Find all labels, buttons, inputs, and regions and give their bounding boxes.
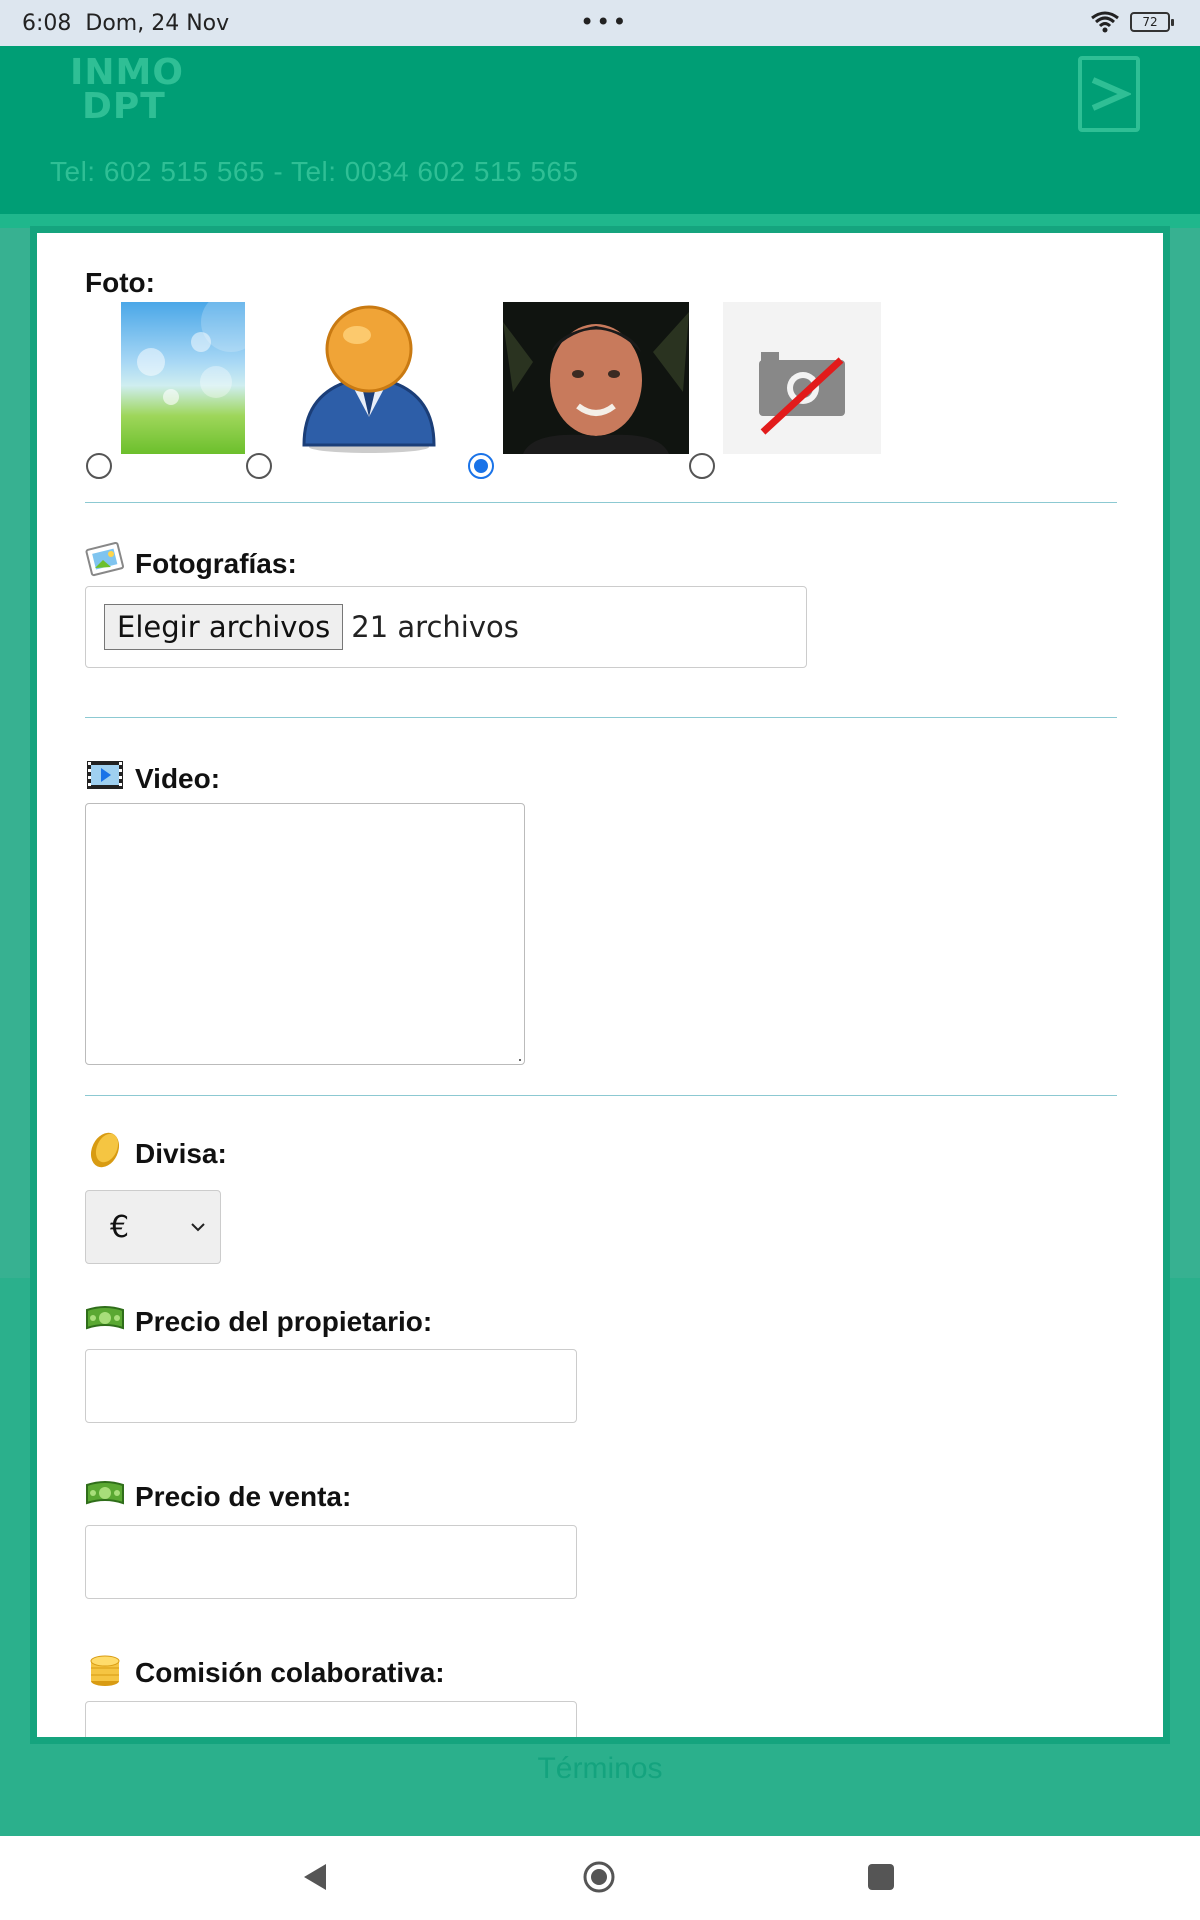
video-textarea[interactable]	[85, 803, 525, 1065]
android-nav-bar	[0, 1836, 1200, 1920]
video-label: Video:	[85, 755, 220, 795]
divisa-selected-value: €	[110, 1209, 130, 1245]
comision-input[interactable]	[85, 1701, 577, 1737]
logo[interactable]: INMO DPT	[70, 52, 184, 127]
coin-icon	[90, 1132, 120, 1168]
arrow-right-icon	[1091, 77, 1131, 111]
divider-3	[85, 1095, 1117, 1096]
menu-toggle-button[interactable]	[1078, 56, 1140, 132]
foto-radio-4[interactable]	[689, 453, 715, 479]
divider-1	[85, 502, 1117, 503]
form-card[interactable]: Foto: Fotografías: Elegir archivos 21 ar…	[30, 226, 1170, 1744]
status-bar: 6:08 Dom, 24 Nov ••• 72	[0, 0, 1200, 46]
no-camera-icon	[759, 352, 845, 435]
page-side-right	[1170, 228, 1200, 1278]
picture-icon	[85, 541, 125, 577]
home-icon[interactable]	[582, 1860, 616, 1894]
recent-apps-icon[interactable]	[868, 1864, 894, 1890]
contact-phones: Tel: 602 515 565 - Tel: 0034 602 515 565	[50, 156, 579, 187]
precio-propietario-label: Precio del propietario:	[85, 1298, 432, 1338]
precio-venta-input[interactable]	[85, 1525, 577, 1599]
page-side-left	[0, 228, 30, 1278]
terminos-link[interactable]: Términos	[0, 1752, 1200, 1786]
battery-level: 72	[1142, 15, 1158, 29]
money-bill-icon	[86, 1306, 124, 1330]
footer-link-partial[interactable]	[0, 1822, 1200, 1834]
person-photo-illustration	[503, 302, 689, 454]
back-icon[interactable]	[302, 1862, 328, 1892]
money-bill-icon	[86, 1481, 124, 1505]
precio-venta-label: Precio de venta:	[85, 1473, 351, 1513]
film-icon	[87, 761, 123, 789]
foto-radio-3[interactable]	[468, 453, 494, 479]
choose-files-button[interactable]: Elegir archivos	[104, 604, 344, 650]
foto-option-person-photo[interactable]	[503, 302, 689, 454]
more-dots-icon: •••	[580, 8, 629, 36]
foto-option-no-photo[interactable]	[723, 302, 881, 454]
foto-option-avatar-image[interactable]	[299, 305, 439, 455]
wifi-icon	[1091, 11, 1119, 33]
logo-line2: DPT	[82, 86, 166, 127]
comision-label: Comisión colaborativa:	[85, 1649, 445, 1689]
fotografias-file-input[interactable]: Elegir archivos 21 archivos	[85, 586, 807, 668]
status-time: 6:08	[22, 10, 72, 36]
precio-propietario-input[interactable]	[85, 1349, 577, 1423]
chevron-down-icon	[191, 1223, 205, 1232]
app-header: INMO DPT Tel: 602 515 565 - Tel: 0034 60…	[0, 46, 1200, 214]
logo-line1: INMO	[70, 52, 184, 93]
fotografias-label: Fotografías:	[85, 540, 297, 580]
divisa-select[interactable]: €	[85, 1190, 221, 1264]
foto-option-bokeh-image[interactable]	[121, 302, 245, 454]
battery-icon: 72	[1130, 12, 1174, 32]
user-avatar-icon	[302, 305, 436, 453]
coin-stack-icon	[90, 1655, 120, 1686]
foto-label: Foto:	[85, 267, 155, 298]
divider-2	[85, 717, 1117, 718]
foto-radio-2[interactable]	[246, 453, 272, 479]
status-date: Dom, 24 Nov	[85, 10, 230, 36]
bokeh-decoration	[137, 302, 245, 405]
file-count-text: 21 archivos	[351, 610, 519, 644]
foto-radio-1[interactable]	[86, 453, 112, 479]
divisa-label: Divisa:	[85, 1130, 227, 1170]
